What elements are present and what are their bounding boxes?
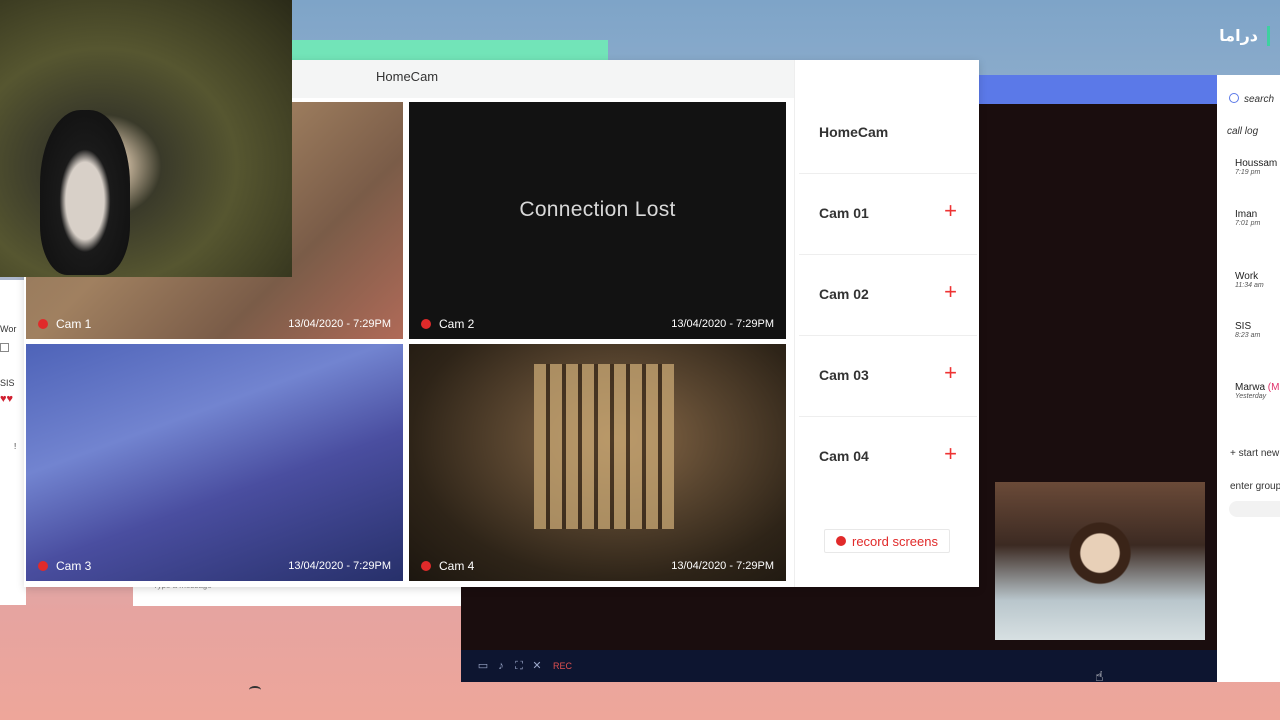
record-screens-button[interactable]: record screens bbox=[824, 529, 950, 553]
webcam-person bbox=[40, 110, 130, 275]
camera-timestamp: 13/04/2020 - 7:29PM bbox=[288, 318, 391, 330]
image-icon bbox=[0, 343, 9, 352]
page-title: HomeCam bbox=[376, 69, 439, 84]
contact-name: Houssam bbox=[1235, 158, 1278, 169]
contact-time: 8:23 am bbox=[1235, 332, 1261, 339]
sidebar-title: HomeCam bbox=[819, 124, 889, 140]
camera-name: Cam 2 bbox=[439, 317, 475, 331]
sidebar-item-label: Cam 04 bbox=[819, 448, 869, 464]
contact-time: 11:34 am bbox=[1235, 282, 1264, 289]
add-icon[interactable]: + bbox=[944, 200, 957, 222]
camera-name: Cam 1 bbox=[56, 317, 92, 331]
self-webcam-video bbox=[0, 0, 292, 277]
contact-name: Iman bbox=[1235, 209, 1258, 220]
camera-scene bbox=[534, 364, 674, 529]
contact-name: Marwa (M bbox=[1235, 382, 1279, 393]
contact-name: SIS bbox=[1235, 321, 1252, 332]
record-icon bbox=[836, 536, 846, 546]
camera-label: Cam 4 bbox=[421, 559, 474, 573]
add-icon[interactable]: + bbox=[944, 443, 957, 465]
window-accent-bar bbox=[292, 40, 608, 60]
contact-time: Yesterday bbox=[1235, 393, 1267, 400]
connection-lost-message: Connection Lost bbox=[519, 198, 676, 221]
camera-label: Cam 2 bbox=[421, 317, 474, 331]
end-call-icon[interactable]: ✕ bbox=[531, 660, 543, 672]
brand-accent-bar bbox=[1267, 26, 1270, 46]
contact-name-text: Marwa bbox=[1235, 382, 1266, 393]
camera-icon[interactable]: ▭ bbox=[477, 660, 489, 672]
sidebar-item-label: Cam 01 bbox=[819, 205, 869, 221]
remote-participant-video bbox=[995, 482, 1205, 640]
contact-item[interactable]: SIS 8:23 am bbox=[1235, 321, 1260, 339]
sidebar-item-cam-04[interactable]: Cam 04 + bbox=[799, 416, 977, 497]
camera-name: Cam 3 bbox=[56, 559, 92, 573]
search-label: search bbox=[1244, 94, 1275, 105]
camera-sidebar: HomeCam Cam 01 + Cam 02 + Cam 03 + Cam 0… bbox=[794, 60, 979, 587]
sidebar-item-label: Cam 02 bbox=[819, 286, 869, 302]
chat-item-label: SIS bbox=[0, 378, 15, 388]
camera-label: Cam 3 bbox=[38, 559, 91, 573]
call-toolbar: ▭ ♪ ⛶ ✕ REC bbox=[461, 650, 1217, 682]
camera-label: Cam 1 bbox=[38, 317, 91, 331]
fullscreen-icon[interactable]: ⛶ bbox=[513, 660, 525, 672]
brand-logo: دراما bbox=[1219, 28, 1258, 45]
sidebar-item-cam-02[interactable]: Cam 02 + bbox=[799, 254, 977, 335]
search-field[interactable]: search bbox=[1229, 93, 1274, 105]
chat-item-label: Wor bbox=[0, 324, 17, 334]
call-log-heading: call log bbox=[1227, 126, 1259, 137]
chat-sidebar: search call log Houssam 7:19 pm Iman 7:0… bbox=[1217, 75, 1280, 682]
add-icon[interactable]: + bbox=[944, 281, 957, 303]
chat-item-label: ! bbox=[14, 442, 17, 451]
sidebar-item-cam-03[interactable]: Cam 03 + bbox=[799, 335, 977, 416]
bird-icon bbox=[249, 686, 261, 694]
live-dot-icon bbox=[38, 561, 48, 571]
microphone-icon[interactable]: ♪ bbox=[495, 660, 507, 672]
camera-timestamp: 13/04/2020 - 7:29PM bbox=[671, 560, 774, 572]
contact-item[interactable]: Work 11:34 am bbox=[1235, 271, 1264, 289]
contact-item[interactable]: Houssam 7:19 pm bbox=[1235, 158, 1277, 176]
camera-feed-4[interactable]: Cam 4 13/04/2020 - 7:29PM bbox=[409, 344, 786, 581]
contact-name-suffix: (M bbox=[1267, 382, 1280, 393]
camera-name: Cam 4 bbox=[439, 559, 475, 573]
rec-indicator: REC bbox=[553, 661, 573, 671]
camera-timestamp: 13/04/2020 - 7:29PM bbox=[288, 560, 391, 572]
hand-cursor-icon: ☝ bbox=[1095, 668, 1104, 684]
enter-group-label: enter group bbox=[1230, 481, 1280, 492]
camera-feed-2[interactable]: Connection Lost Cam 2 13/04/2020 - 7:29P… bbox=[409, 102, 786, 339]
contact-name: Work bbox=[1235, 271, 1259, 282]
camera-timestamp: 13/04/2020 - 7:29PM bbox=[671, 318, 774, 330]
camera-feed-3[interactable]: Cam 3 13/04/2020 - 7:29PM bbox=[26, 344, 403, 581]
background-messenger-list: Wor SIS ♥♥ ! bbox=[0, 280, 26, 605]
contact-time: 7:19 pm bbox=[1235, 169, 1261, 176]
hearts-icon: ♥♥ bbox=[0, 393, 14, 405]
record-button-label: record screens bbox=[852, 533, 938, 549]
start-new-chat-button[interactable]: + start new bbox=[1230, 448, 1279, 459]
group-name-input[interactable] bbox=[1229, 501, 1280, 517]
contact-item[interactable]: Iman 7:01 pm bbox=[1235, 209, 1260, 227]
live-dot-icon bbox=[421, 561, 431, 571]
live-dot-icon bbox=[38, 319, 48, 329]
contact-item[interactable]: Marwa (M Yesterday bbox=[1235, 382, 1279, 400]
live-dot-icon bbox=[421, 319, 431, 329]
sidebar-item-cam-01[interactable]: Cam 01 + bbox=[799, 173, 977, 254]
search-icon bbox=[1229, 93, 1239, 103]
contact-time: 7:01 pm bbox=[1235, 220, 1261, 227]
add-icon[interactable]: + bbox=[944, 362, 957, 384]
call-window-titlebar bbox=[979, 75, 1217, 105]
sidebar-item-label: Cam 03 bbox=[819, 367, 869, 383]
